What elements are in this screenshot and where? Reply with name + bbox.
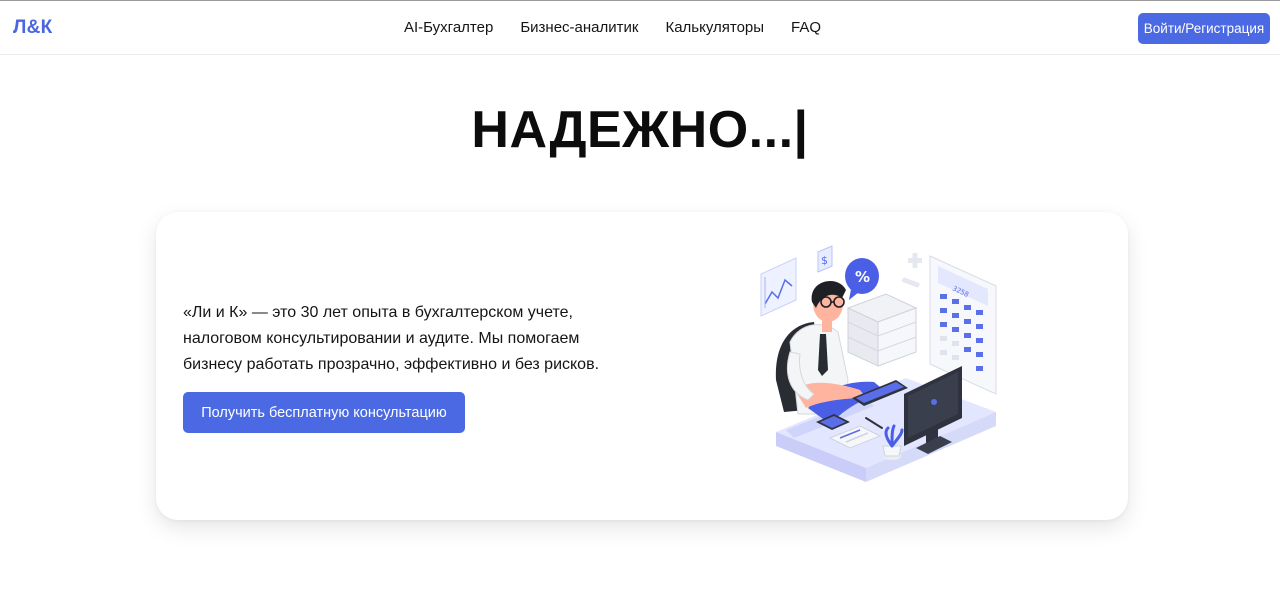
intro-card: «Ли и К» — это 30 лет опыта в бухгалтерс…: [156, 212, 1128, 520]
site-logo[interactable]: Л&К: [13, 17, 53, 39]
nav-item-business-analyst[interactable]: Бизнес-аналитик: [520, 19, 638, 36]
percent-bubble-icon: %: [845, 258, 879, 300]
math-signs-icon: [902, 253, 922, 288]
main-nav: AI-Бухгалтер Бизнес-аналитик Калькулятор…: [404, 19, 821, 36]
dollar-badge-icon: $: [817, 245, 833, 273]
hero-title: НАДЕЖНО...|: [471, 101, 809, 159]
free-consultation-button[interactable]: Получить бесплатную консультацию: [183, 392, 465, 433]
chart-card-icon: [760, 257, 797, 317]
login-register-button[interactable]: Войти/Регистрация: [1138, 13, 1270, 44]
svg-text:%: %: [855, 268, 870, 286]
nav-item-ai-accountant[interactable]: AI-Бухгалтер: [404, 19, 493, 36]
nav-item-faq[interactable]: FAQ: [791, 19, 821, 36]
site-header: Л&К AI-Бухгалтер Бизнес-аналитик Калькул…: [0, 1, 1280, 55]
nav-item-calculators[interactable]: Калькуляторы: [665, 19, 764, 36]
paper-stack-icon: [846, 293, 918, 367]
svg-text:$: $: [821, 254, 828, 267]
intro-description: «Ли и К» — это 30 лет опыта в бухгалтерс…: [183, 304, 600, 373]
calculator-icon: 3258: [929, 255, 997, 395]
accountant-at-desk-illustration: $ % 3258: [760, 245, 997, 482]
